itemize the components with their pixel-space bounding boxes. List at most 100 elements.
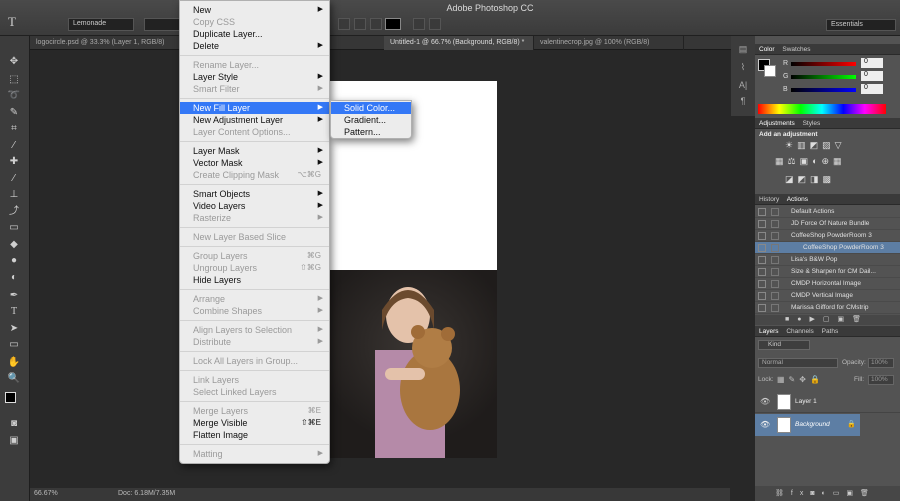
menu-item-vector-mask[interactable]: Vector Mask ▶ bbox=[180, 157, 329, 169]
menu-item-layer-content-options[interactable]: Layer Content Options... bbox=[180, 126, 329, 138]
menu-item-delete[interactable]: Delete ▶ bbox=[180, 40, 329, 52]
clone-stamp-tool-icon[interactable]: ⊥ bbox=[7, 189, 21, 201]
bg-color-chip[interactable] bbox=[764, 65, 776, 77]
menu-item-align-layers-to-selection[interactable]: Align Layers to Selection ▶ bbox=[180, 324, 329, 336]
tab-actions[interactable]: Actions bbox=[787, 196, 808, 203]
tab-history[interactable]: History bbox=[759, 196, 779, 203]
type-tool-icon[interactable]: T bbox=[7, 306, 21, 318]
screen-mode-icon[interactable]: ▣ bbox=[7, 435, 21, 447]
tab-layers[interactable]: Layers bbox=[759, 328, 779, 335]
brush-tool-icon[interactable]: ⁄ bbox=[7, 173, 21, 185]
menu-item-pattern[interactable]: Pattern... bbox=[331, 126, 411, 138]
lock-icons[interactable]: ▦✎✥🔒 bbox=[777, 375, 824, 384]
menu-item-layer-style[interactable]: Layer Style ▶ bbox=[180, 71, 329, 83]
menu-item-flatten-image[interactable]: Flatten Image bbox=[180, 429, 329, 441]
tab-color[interactable]: Color bbox=[759, 46, 775, 53]
eyedropper-tool-icon[interactable]: ⁄ bbox=[7, 140, 21, 152]
adjustment-icons-row-2[interactable]: ▦⚖▣◐⊕▦ bbox=[775, 156, 885, 166]
tab-styles[interactable]: Styles bbox=[803, 120, 821, 127]
pen-tool-icon[interactable]: ✒ bbox=[7, 290, 21, 302]
dodge-tool-icon[interactable]: ◐ bbox=[7, 272, 21, 284]
eye-icon[interactable]: 👁 bbox=[760, 397, 770, 406]
menu-item-smart-filter[interactable]: Smart Filter ▶ bbox=[180, 83, 329, 95]
menu-item-rasterize[interactable]: Rasterize ▶ bbox=[180, 212, 329, 224]
layer-name[interactable]: Background bbox=[795, 421, 830, 428]
action-item[interactable]: Size & Sharpen for CM Dail... bbox=[755, 266, 900, 278]
tab-untitled-1[interactable]: Untitled-1 @ 66.7% (Background, RGB/8) * bbox=[384, 36, 534, 50]
foreground-color-swatch[interactable] bbox=[5, 392, 16, 403]
menu-item-create-clipping-mask[interactable]: Create Clipping Mask ⌥⌘G bbox=[180, 169, 329, 181]
menu-item-new-layer-based-slice[interactable]: New Layer Based Slice bbox=[180, 231, 329, 243]
lasso-tool-icon[interactable]: ➰ bbox=[7, 90, 21, 102]
paint-bucket-tool-icon[interactable]: ◆ bbox=[7, 239, 21, 251]
workspace-select[interactable]: Essentials bbox=[826, 19, 896, 31]
menu-item-new-adjustment-layer[interactable]: New Adjustment Layer ▶ bbox=[180, 114, 329, 126]
layer-row[interactable]: 👁 Layer 1 bbox=[755, 391, 900, 413]
quick-select-tool-icon[interactable]: ✎ bbox=[7, 107, 21, 119]
menu-item-layer-mask[interactable]: Layer Mask ▶ bbox=[180, 145, 329, 157]
marquee-tool-icon[interactable]: ⬚ bbox=[7, 74, 21, 86]
menu-item-rename-layer[interactable]: Rename Layer... bbox=[180, 59, 329, 71]
quick-mask-icon[interactable]: ◙ bbox=[7, 418, 21, 430]
menu-item-ungroup-layers[interactable]: Ungroup Layers ⇧⌘G bbox=[180, 262, 329, 274]
brush-presets-icon[interactable]: ⌇ bbox=[736, 62, 750, 74]
align-center-icon[interactable] bbox=[354, 18, 366, 30]
character-panel-icon[interactable] bbox=[429, 18, 441, 30]
menu-item-lock-all-layers-in-group[interactable]: Lock All Layers in Group... bbox=[180, 355, 329, 367]
history-brush-tool-icon[interactable]: ⤴ bbox=[7, 206, 21, 218]
menu-item-merge-visible[interactable]: Merge Visible ⇧⌘E bbox=[180, 417, 329, 429]
blur-tool-icon[interactable]: ● bbox=[7, 255, 21, 267]
menu-item-smart-objects[interactable]: Smart Objects ▶ bbox=[180, 188, 329, 200]
blend-mode-select[interactable]: Normal bbox=[758, 358, 838, 368]
action-item[interactable]: Marissa Gifford for CMstrip bbox=[755, 302, 900, 314]
tab-valentinecrop[interactable]: valentinecrop.jpg @ 100% (RGB/8) bbox=[534, 36, 684, 50]
align-left-icon[interactable] bbox=[338, 18, 350, 30]
layer-name[interactable]: Layer 1 bbox=[795, 398, 817, 405]
path-selection-tool-icon[interactable]: ➤ bbox=[7, 323, 21, 335]
channel-g-value[interactable]: 0 bbox=[861, 71, 883, 81]
action-item[interactable]: CoffeeShop PowderRoom 3 bbox=[755, 230, 900, 242]
action-item[interactable]: JD Force Of Nature Bundle bbox=[755, 218, 900, 230]
menu-item-hide-layers[interactable]: Hide Layers bbox=[180, 274, 329, 286]
menu-item-arrange[interactable]: Arrange ▶ bbox=[180, 293, 329, 305]
align-right-icon[interactable] bbox=[370, 18, 382, 30]
menu-item-copy-css[interactable]: Copy CSS bbox=[180, 16, 329, 28]
menu-item-video-layers[interactable]: Video Layers ▶ bbox=[180, 200, 329, 212]
character-icon[interactable]: A| bbox=[736, 80, 750, 92]
menu-item-select-linked-layers[interactable]: Select Linked Layers bbox=[180, 386, 329, 398]
actions-footer-buttons[interactable]: ■●▶▢▣🗑 bbox=[755, 315, 900, 325]
font-family-select[interactable]: Lemonade bbox=[68, 18, 134, 31]
tab-adjustments[interactable]: Adjustments bbox=[759, 120, 795, 127]
menu-item-matting[interactable]: Matting ▶ bbox=[180, 448, 329, 460]
channel-r-value[interactable]: 0 bbox=[861, 58, 883, 68]
adjustment-icons-row-1[interactable]: ☀▥◩▨▽ bbox=[785, 140, 885, 150]
menu-item-combine-shapes[interactable]: Combine Shapes ▶ bbox=[180, 305, 329, 317]
eraser-tool-icon[interactable]: ▭ bbox=[7, 222, 21, 234]
adjustment-icons-row-3[interactable]: ◪◩◨▩ bbox=[785, 174, 885, 184]
menu-item-gradient[interactable]: Gradient... bbox=[331, 114, 411, 126]
layer-kind-filter[interactable]: Kind bbox=[758, 340, 810, 350]
menu-item-group-layers[interactable]: Group Layers ⌘G bbox=[180, 250, 329, 262]
properties-icon[interactable]: ▤ bbox=[736, 44, 750, 56]
channel-g-slider[interactable] bbox=[791, 75, 856, 79]
channel-b-value[interactable]: 0 bbox=[861, 84, 883, 94]
action-item-selected[interactable]: CoffeeShop PowderRoom 3 bbox=[755, 242, 900, 254]
type-tool-icon[interactable]: T bbox=[8, 14, 30, 32]
warp-text-icon[interactable] bbox=[413, 18, 425, 30]
menu-item-solid-color[interactable]: Solid Color... bbox=[331, 102, 411, 114]
font-style-select[interactable] bbox=[144, 18, 180, 31]
healing-brush-tool-icon[interactable]: ✚ bbox=[7, 156, 21, 168]
crop-tool-icon[interactable]: ⌗ bbox=[7, 123, 21, 135]
tab-swatches[interactable]: Swatches bbox=[782, 46, 810, 53]
text-color-swatch[interactable] bbox=[385, 18, 401, 30]
tab-logocircle[interactable]: logocircle.psd @ 33.3% (Layer 1, RGB/8) bbox=[30, 36, 204, 50]
menu-item-new-fill-layer[interactable]: New Fill Layer ▶ bbox=[180, 102, 329, 114]
move-tool-icon[interactable]: ✥ bbox=[7, 56, 21, 68]
menu-item-merge-layers[interactable]: Merge Layers ⌘E bbox=[180, 405, 329, 417]
channel-b-slider[interactable] bbox=[791, 88, 856, 92]
zoom-tool-icon[interactable]: 🔍 bbox=[7, 373, 21, 385]
fill-input[interactable]: 100% bbox=[868, 375, 894, 385]
action-item[interactable]: CMDP Vertical Image bbox=[755, 290, 900, 302]
layers-footer-buttons[interactable]: ⛓fx◙◐▭▣🗑 bbox=[755, 486, 900, 501]
channel-r-slider[interactable] bbox=[791, 62, 856, 66]
